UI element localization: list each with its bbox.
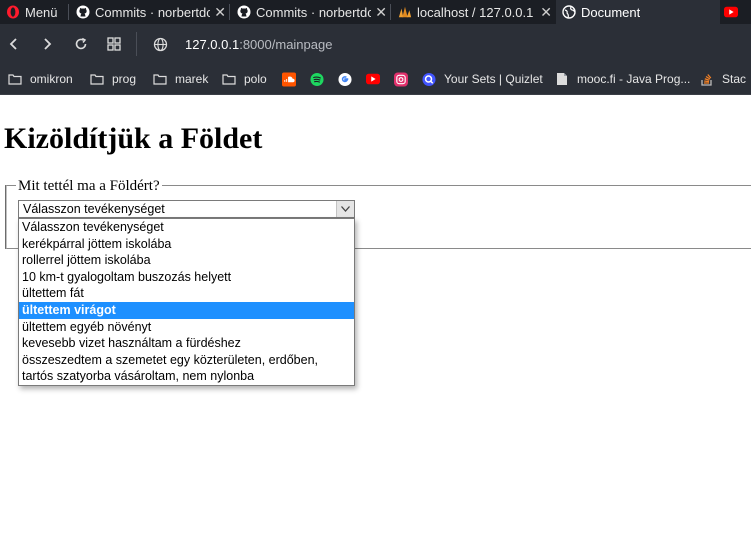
grid-icon (107, 37, 121, 51)
bookmark-stackoverflow[interactable]: Stac (700, 71, 746, 87)
dropdown-option[interactable]: összeszedtem a szemetet egy közterületen… (19, 352, 354, 369)
forward-arrow-icon (44, 38, 52, 50)
tab-title: Commits · norbertdc (95, 4, 210, 20)
bookmarks-bar: omikron prog marek polo Your Sets | Quiz… (0, 64, 751, 95)
folder-icon (90, 72, 104, 86)
tab-github-2[interactable]: Commits · norbertdc ✕ (231, 0, 395, 24)
bookmark-label: Your Sets | Quizlet (444, 72, 543, 86)
folder-icon (153, 72, 167, 86)
bookmark-quizlet[interactable]: Your Sets | Quizlet (422, 71, 543, 87)
globe-icon (153, 37, 167, 51)
github-icon (237, 5, 251, 19)
url-host: 127.0.0.1 (185, 37, 240, 52)
bookmark-spotify[interactable] (310, 71, 332, 87)
soundcloud-icon (282, 72, 296, 86)
bookmark-label: prog (112, 72, 137, 86)
stackoverflow-icon (700, 72, 714, 86)
bookmark-label: polo (244, 72, 267, 86)
site-info-button[interactable] (150, 34, 170, 54)
tab-title: localhost / 127.0.0.1 (417, 4, 534, 20)
bookmark-label: marek (175, 72, 209, 86)
tab-youtube[interactable] (722, 0, 751, 24)
tab-divider (68, 4, 69, 20)
bookmark-mooc[interactable]: mooc.fi - Java Prog... (555, 71, 690, 87)
back-button[interactable] (4, 34, 24, 54)
tab-github-1[interactable]: Commits · norbertdc ✕ (70, 0, 234, 24)
spotify-icon (310, 72, 324, 86)
google-icon (338, 72, 352, 86)
speed-dial-button[interactable] (104, 34, 124, 54)
dropdown-option[interactable]: ültettem fát (19, 285, 354, 302)
dropdown-option[interactable]: 10 km-t gyalogoltam buszozás helyett (19, 269, 354, 286)
bookmark-omikron[interactable]: omikron (8, 71, 73, 87)
back-arrow-icon (9, 38, 17, 50)
github-icon (76, 5, 90, 19)
close-tab-icon[interactable]: ✕ (214, 4, 226, 21)
youtube-icon (366, 72, 380, 86)
menu-label: Menü (25, 4, 58, 20)
bookmark-label: omikron (30, 72, 73, 86)
tab-phpmyadmin[interactable]: localhost / 127.0.0.1 ✕ (392, 0, 560, 24)
tab-strip: Menü Commits · norbertdc ✕ Commits · nor… (0, 0, 751, 24)
dropdown-option[interactable]: ültettem egyéb növényt (19, 319, 354, 336)
close-tab-icon[interactable]: ✕ (540, 4, 552, 21)
opera-logo-icon (6, 5, 20, 19)
tab-title: Document (581, 4, 641, 20)
bookmark-marek[interactable]: marek (153, 71, 208, 87)
chevron-down-icon[interactable] (336, 201, 354, 217)
tab-divider (390, 4, 391, 20)
bookmark-label: Stac (722, 72, 747, 86)
tab-title: Commits · norbertdc (256, 4, 371, 20)
activity-select[interactable]: Válasszon tevékenységet (18, 200, 355, 218)
bookmark-google[interactable] (338, 71, 360, 87)
address-field[interactable]: 127.0.0.1:8000/mainpage (185, 37, 332, 52)
dropdown-option-highlighted[interactable]: ültettem virágot (19, 301, 354, 319)
url-path: :8000/mainpage (239, 37, 333, 52)
bookmark-prog[interactable]: prog (90, 71, 136, 87)
select-value: Válasszon tevékenységet (23, 202, 165, 216)
page-title: Kizöldítjük a Földet (4, 122, 263, 155)
reload-icon (75, 37, 87, 50)
youtube-icon (724, 5, 738, 19)
globe-icon (562, 5, 576, 19)
dropdown-option[interactable]: tartós szatyorba vásároltam, nem nylonba (19, 368, 354, 385)
tab-divider (229, 4, 230, 20)
bookmark-youtube[interactable] (366, 71, 388, 87)
dropdown-option[interactable]: Válasszon tevékenységet (19, 219, 354, 236)
address-toolbar: 127.0.0.1:8000/mainpage (0, 24, 751, 64)
reload-button[interactable] (71, 34, 91, 54)
bookmark-label: mooc.fi - Java Prog... (577, 72, 691, 86)
folder-icon (8, 72, 22, 86)
quizlet-icon (422, 72, 436, 86)
phpmyadmin-icon (398, 5, 412, 19)
page-content: Kizöldítjük a Földet Mit tettél ma a Föl… (0, 95, 751, 539)
dropdown-option[interactable]: kerékpárral jöttem iskolába (19, 236, 354, 253)
bookmark-instagram[interactable] (394, 71, 416, 87)
file-icon (555, 72, 569, 86)
dropdown-option[interactable]: kevesebb vizet használtam a fürdéshez (19, 335, 354, 352)
opera-menu-button[interactable]: Menü (0, 0, 74, 24)
folder-icon (222, 72, 236, 86)
tab-document[interactable]: Document (556, 0, 720, 24)
instagram-icon (394, 72, 408, 86)
close-tab-icon[interactable]: ✕ (375, 4, 387, 21)
bookmark-polo[interactable]: polo (222, 71, 267, 87)
dropdown-option[interactable]: rollerrel jöttem iskolába (19, 252, 354, 269)
toolbar-divider (136, 32, 137, 56)
activity-dropdown-list: Válasszon tevékenységet kerékpárral jött… (18, 218, 355, 386)
forward-button[interactable] (37, 34, 57, 54)
fieldset-legend: Mit tettél ma a Földért? (16, 178, 162, 195)
bookmark-soundcloud[interactable] (282, 71, 304, 87)
